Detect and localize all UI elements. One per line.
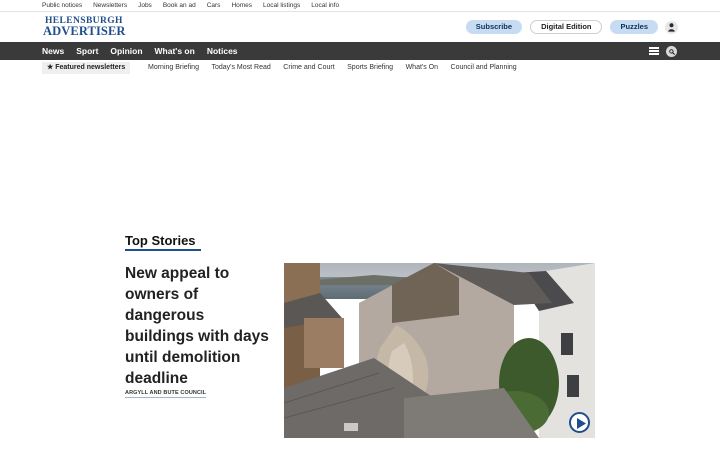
utility-bar: Public notices Newsletters Jobs Book an … <box>0 0 720 12</box>
newsletter-link-sports-briefing[interactable]: Sports Briefing <box>347 62 393 74</box>
search-button[interactable] <box>666 46 677 57</box>
utility-link-local-listings[interactable]: Local listings <box>263 1 300 10</box>
account-button[interactable] <box>665 20 678 34</box>
search-icon <box>668 48 675 55</box>
newsletter-link-council-and-planning[interactable]: Council and Planning <box>451 62 517 74</box>
utility-link-local-info[interactable]: Local info <box>311 1 339 10</box>
hamburger-menu-icon[interactable] <box>649 47 659 55</box>
top-stories-heading: Top Stories <box>125 233 201 251</box>
masthead: HELENSBURGH ADVERTISER Subscribe Digital… <box>0 12 720 42</box>
utility-link-cars[interactable]: Cars <box>207 1 221 10</box>
header-actions: Subscribe Digital Edition Puzzles <box>458 20 678 34</box>
newsletter-link-todays-most-read[interactable]: Today's Most Read <box>211 62 270 74</box>
newsletter-link-whats-on[interactable]: What's On <box>406 62 438 74</box>
main-nav: News Sport Opinion What's on Notices <box>0 42 720 60</box>
utility-link-newsletters[interactable]: Newsletters <box>93 1 127 10</box>
main-nav-list: News Sport Opinion What's on Notices <box>42 42 250 60</box>
lead-story-tag[interactable]: ARGYLL AND BUTE COUNCIL <box>125 390 207 398</box>
lead-story-image[interactable] <box>284 263 595 438</box>
video-play-button[interactable] <box>569 412 590 433</box>
site-logo[interactable]: HELENSBURGH ADVERTISER <box>43 16 137 38</box>
utility-link-book-an-ad[interactable]: Book an ad <box>163 1 196 10</box>
nav-item-whats-on[interactable]: What's on <box>155 42 195 60</box>
lead-story-headline[interactable]: New appeal to owners of dangerous buildi… <box>125 263 275 389</box>
logo-line-2: ADVERTISER <box>43 24 126 38</box>
utility-link-jobs[interactable]: Jobs <box>138 1 152 10</box>
nav-item-news[interactable]: News <box>42 42 64 60</box>
utility-link-homes[interactable]: Homes <box>231 1 252 10</box>
subscribe-button[interactable]: Subscribe <box>465 20 523 34</box>
nav-item-sport[interactable]: Sport <box>76 42 98 60</box>
digital-edition-button[interactable]: Digital Edition <box>530 20 603 34</box>
newsletter-link-morning-briefing[interactable]: Morning Briefing <box>148 62 199 74</box>
nav-item-notices[interactable]: Notices <box>207 42 238 60</box>
user-icon <box>668 22 675 32</box>
puzzles-button[interactable]: Puzzles <box>610 20 658 34</box>
newsletter-nav: ★ Featured newsletters Morning Briefing … <box>0 60 720 76</box>
featured-newsletters-button[interactable]: ★ Featured newsletters <box>42 62 131 74</box>
nav-item-opinion[interactable]: Opinion <box>110 42 142 60</box>
newsletter-links: Morning Briefing Today's Most Read Crime… <box>148 62 529 74</box>
play-icon <box>577 417 586 429</box>
newsletter-link-crime-and-court[interactable]: Crime and Court <box>283 62 334 74</box>
utility-links: Public notices Newsletters Jobs Book an … <box>42 1 350 10</box>
collapsed-building-photo <box>284 263 595 438</box>
utility-link-public-notices[interactable]: Public notices <box>42 1 82 10</box>
